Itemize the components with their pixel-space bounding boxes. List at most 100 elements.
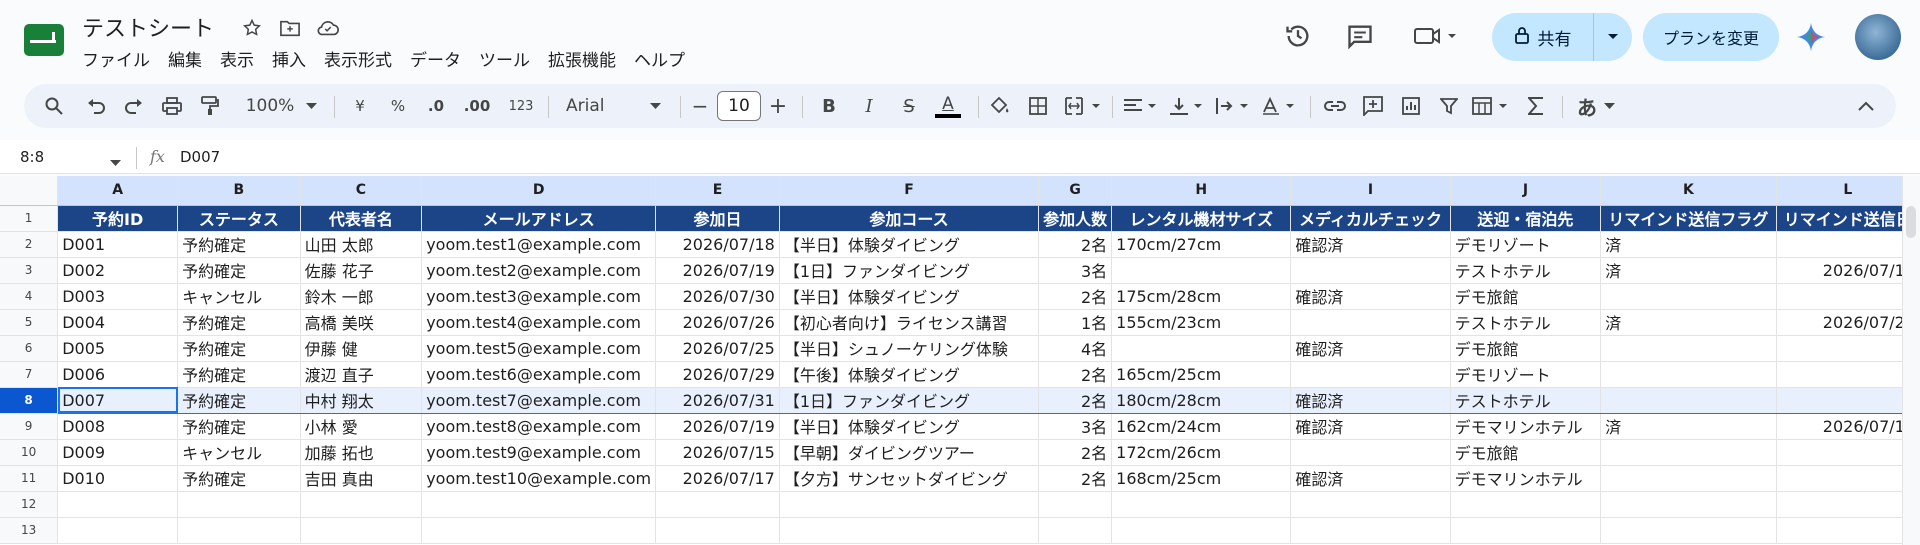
empty-cell[interactable] (779, 517, 1040, 544)
name-box-chevron-icon[interactable] (110, 152, 121, 171)
header-cell[interactable]: 参加コース (779, 205, 1040, 232)
borders-icon[interactable] (1026, 84, 1050, 128)
formula-input[interactable]: D007 (180, 140, 220, 174)
search-menus-icon[interactable] (42, 84, 66, 128)
data-cell[interactable]: 予約確定 (177, 361, 301, 388)
data-cell[interactable]: 【半日】体験ダイビング (779, 283, 1040, 310)
menu-file[interactable]: ファイル (82, 46, 159, 71)
data-cell[interactable]: 高橋 美咲 (300, 309, 423, 336)
menu-tools[interactable]: ツール (470, 46, 539, 71)
data-cell[interactable]: 予約確定 (177, 231, 301, 258)
data-cell[interactable]: 2名 (1038, 465, 1113, 492)
row-header[interactable]: 5 (0, 309, 59, 336)
decrease-decimal-button[interactable]: .0 (422, 84, 450, 128)
data-cell[interactable]: 確認済 (1290, 283, 1451, 310)
row-header[interactable]: 9 (0, 413, 59, 440)
data-cell[interactable]: 済 (1600, 257, 1777, 284)
empty-cell[interactable] (1290, 491, 1451, 518)
column-header[interactable]: C (300, 176, 423, 206)
empty-cell[interactable] (1038, 491, 1113, 518)
data-cell[interactable]: テストホテル (1450, 386, 1602, 414)
empty-cell[interactable] (1450, 517, 1602, 544)
data-cell[interactable]: デモ旅館 (1450, 439, 1602, 466)
empty-cell[interactable] (655, 491, 780, 518)
empty-cell[interactable] (1038, 517, 1113, 544)
data-cell[interactable]: D001 (57, 231, 179, 258)
empty-cell[interactable] (779, 491, 1040, 518)
data-cell[interactable]: デモ旅館 (1450, 283, 1602, 310)
data-cell[interactable]: 済 (1600, 309, 1777, 336)
data-cell[interactable]: キャンセル (177, 283, 301, 310)
vertical-align-icon[interactable] (1168, 84, 1208, 128)
data-cell[interactable]: 【半日】体験ダイビング (779, 231, 1040, 258)
increase-font-size-button[interactable]: + (766, 84, 790, 128)
data-cell[interactable]: 加藤 拓也 (300, 439, 423, 466)
account-avatar[interactable] (1855, 14, 1901, 60)
data-cell[interactable]: デモ旅館 (1450, 335, 1602, 362)
data-cell[interactable]: yoom.test8@example.com (421, 413, 657, 440)
data-cell[interactable]: yoom.test10@example.com (421, 465, 657, 492)
empty-cell[interactable] (300, 517, 423, 544)
data-cell[interactable]: 1名 (1038, 309, 1113, 336)
vertical-scrollbar-thumb[interactable] (1906, 206, 1916, 238)
filter-views-icon[interactable] (1470, 84, 1514, 128)
data-cell[interactable]: 2026/07/31 (655, 386, 780, 414)
data-cell[interactable] (1776, 335, 1920, 362)
data-cell[interactable]: 済 (1600, 231, 1777, 258)
empty-cell[interactable] (1111, 491, 1292, 518)
row-header[interactable]: 4 (0, 283, 59, 310)
data-cell[interactable]: 確認済 (1290, 386, 1451, 414)
insert-link-icon[interactable] (1322, 84, 1348, 128)
data-cell[interactable]: 180cm/28cm (1111, 386, 1292, 414)
percent-format-button[interactable]: % (388, 84, 408, 128)
data-cell[interactable] (1600, 335, 1777, 362)
data-cell[interactable]: 確認済 (1290, 231, 1451, 258)
row-header[interactable]: 7 (0, 361, 59, 388)
currency-format-button[interactable]: ¥ (350, 84, 370, 128)
undo-icon[interactable] (84, 84, 108, 128)
empty-cell[interactable] (177, 491, 301, 518)
merge-cells-icon[interactable] (1064, 84, 1104, 128)
cloud-saved-icon[interactable] (316, 16, 340, 40)
select-all-corner[interactable] (0, 176, 59, 206)
column-header[interactable]: L (1776, 176, 1920, 206)
data-cell[interactable]: 【1日】ファンダイビング (779, 386, 1040, 414)
data-cell[interactable]: D006 (57, 361, 179, 388)
data-cell[interactable]: 済 (1600, 413, 1777, 440)
data-cell[interactable]: 2026/07/17 (655, 465, 780, 492)
gemini-sparkle-icon[interactable] (1796, 22, 1826, 52)
row-header[interactable]: 2 (0, 231, 59, 258)
row-header[interactable]: 11 (0, 465, 59, 492)
data-cell[interactable]: 2026/07/29 (655, 361, 780, 388)
data-cell[interactable]: 170cm/27cm (1111, 231, 1292, 258)
data-cell[interactable]: 165cm/25cm (1111, 361, 1292, 388)
empty-cell[interactable] (421, 517, 657, 544)
data-cell[interactable]: 2026/07/16 (1776, 413, 1920, 440)
data-cell[interactable]: 【初心者向け】ライセンス講習 (779, 309, 1040, 336)
empty-cell[interactable] (421, 491, 657, 518)
data-cell[interactable]: デモリゾート (1450, 361, 1602, 388)
data-cell[interactable]: 2名 (1038, 231, 1113, 258)
text-color-button[interactable]: A (934, 84, 962, 128)
data-cell[interactable]: 【夕方】サンセットダイビング (779, 465, 1040, 492)
menu-help[interactable]: ヘルプ (625, 46, 694, 71)
data-cell[interactable]: yoom.test5@example.com (421, 335, 657, 362)
empty-cell[interactable] (1111, 517, 1292, 544)
data-cell[interactable]: 小林 愛 (300, 413, 423, 440)
header-cell[interactable]: 代表者名 (300, 205, 423, 232)
star-icon[interactable] (240, 16, 264, 40)
font-family-select[interactable]: Arial (566, 84, 616, 128)
data-cell[interactable]: D004 (57, 309, 179, 336)
empty-cell[interactable] (1450, 491, 1602, 518)
data-cell[interactable] (1776, 465, 1920, 492)
data-cell[interactable] (1776, 231, 1920, 258)
data-cell[interactable]: 2名 (1038, 361, 1113, 388)
data-cell[interactable]: 【早朝】ダイビングツアー (779, 439, 1040, 466)
empty-cell[interactable] (1600, 491, 1777, 518)
row-header[interactable]: 6 (0, 335, 59, 362)
column-header[interactable]: H (1111, 176, 1292, 206)
row-header[interactable]: 1 (0, 205, 59, 232)
data-cell[interactable] (1776, 361, 1920, 388)
data-cell[interactable] (1600, 386, 1777, 414)
data-cell[interactable] (1600, 283, 1777, 310)
